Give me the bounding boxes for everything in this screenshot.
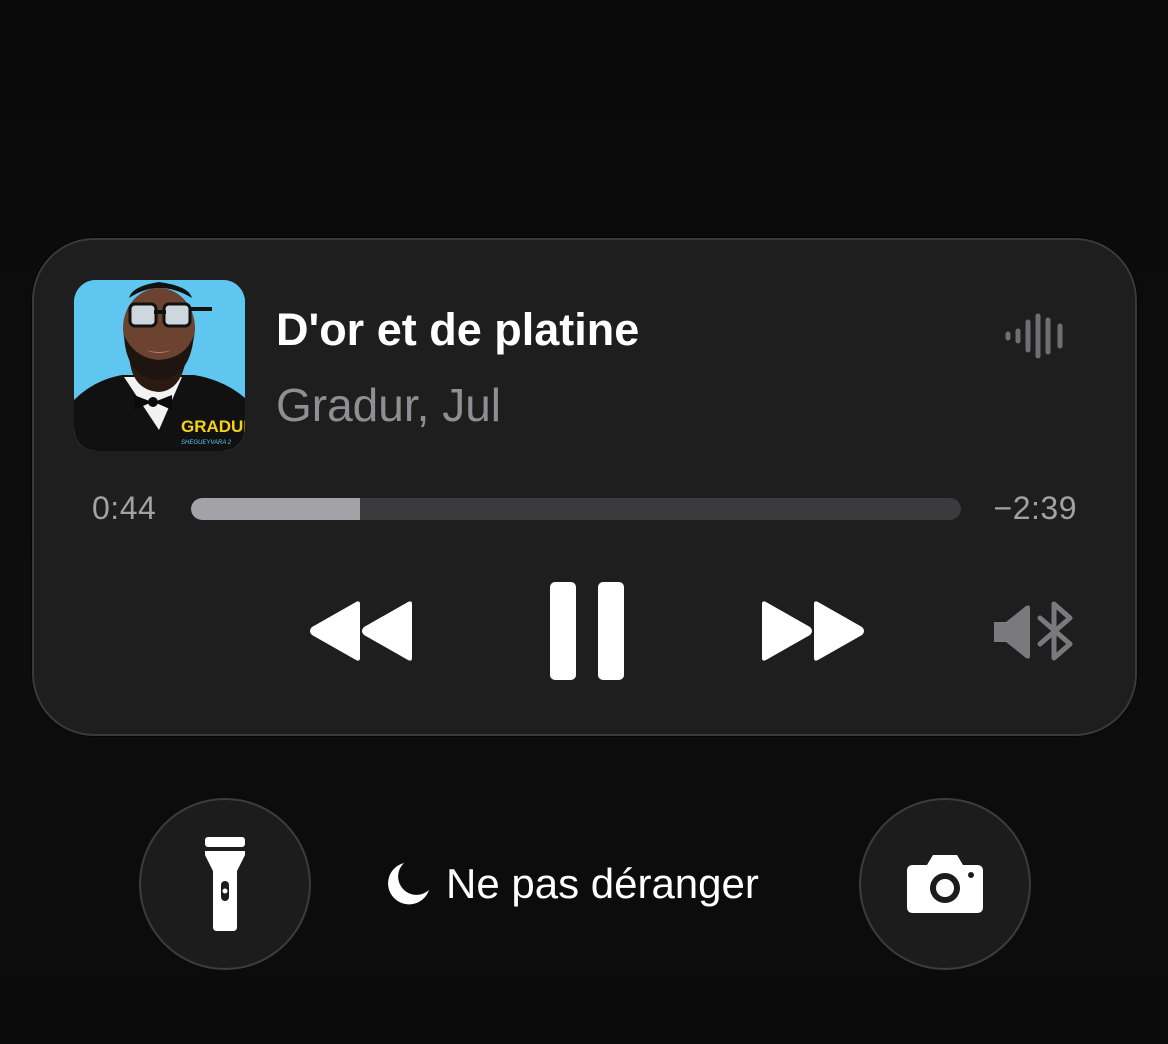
next-track-button[interactable] bbox=[758, 598, 868, 664]
pause-button[interactable] bbox=[548, 580, 626, 682]
now-playing-card[interactable]: GRADUR SHEGUEYVARA 2 D'or et de platine … bbox=[32, 238, 1137, 736]
album-artwork[interactable]: GRADUR SHEGUEYVARA 2 bbox=[74, 280, 245, 451]
focus-mode-label: Ne pas déranger bbox=[446, 860, 759, 907]
focus-mode-indicator[interactable]: Ne pas déranger bbox=[384, 856, 759, 912]
playback-progress-fill bbox=[191, 498, 361, 520]
flashlight-icon bbox=[205, 837, 245, 931]
playback-scrubber[interactable] bbox=[191, 498, 961, 520]
camera-button[interactable] bbox=[859, 798, 1031, 970]
pause-icon bbox=[550, 582, 624, 680]
lock-screen: GRADUR SHEGUEYVARA 2 D'or et de platine … bbox=[0, 0, 1168, 1044]
album-artwork-illustration: GRADUR SHEGUEYVARA 2 bbox=[74, 280, 245, 451]
album-artwork-logo-subtext: SHEGUEYVARA 2 bbox=[181, 440, 232, 446]
previous-track-button[interactable] bbox=[306, 598, 416, 664]
speaker-bluetooth-icon bbox=[994, 601, 1073, 661]
remaining-time: −2:39 bbox=[993, 490, 1077, 526]
moon-icon bbox=[388, 863, 429, 905]
audio-output-button[interactable] bbox=[992, 600, 1078, 664]
flashlight-button[interactable] bbox=[139, 798, 311, 970]
song-title: D'or et de platine bbox=[276, 304, 640, 355]
fast-forward-icon bbox=[762, 601, 864, 661]
elapsed-time: 0:44 bbox=[92, 490, 157, 526]
song-artist: Gradur, Jul bbox=[276, 379, 501, 431]
waveform-icon bbox=[1005, 313, 1063, 359]
album-artwork-logo-text: GRADUR bbox=[181, 417, 245, 436]
rewind-icon bbox=[310, 601, 412, 661]
camera-icon bbox=[907, 855, 983, 913]
